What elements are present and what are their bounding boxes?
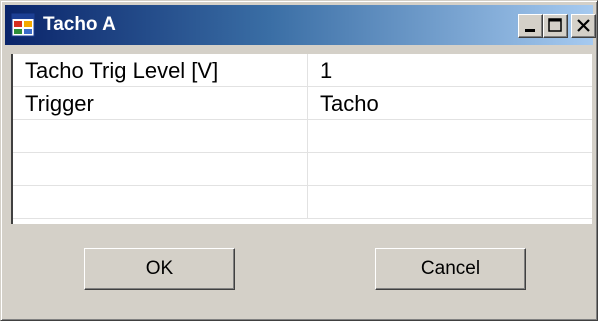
maximize-button[interactable] [543,14,568,38]
grid-row[interactable]: Tacho Trig Level [V] 1 [13,54,592,87]
property-grid: Tacho Trig Level [V] 1 Trigger Tacho [11,54,592,224]
close-button[interactable] [571,14,596,38]
minimize-icon [525,29,535,32]
property-name-cell[interactable] [13,186,308,219]
property-name-cell[interactable]: Tacho Trig Level [V] [13,54,308,87]
maximize-icon [548,18,562,32]
title-bar[interactable]: Tacho A [5,5,596,45]
property-name-cell[interactable]: Trigger [13,87,308,120]
grid-row[interactable] [13,120,592,153]
close-icon [577,19,590,32]
grid-row[interactable] [13,186,592,219]
property-value-cell[interactable]: Tacho [308,87,592,120]
property-name-cell[interactable] [13,120,308,153]
application-window-icon [11,13,35,37]
property-value-cell[interactable] [308,153,592,186]
minimize-button[interactable] [518,14,543,38]
ok-button[interactable]: OK [84,248,235,290]
grid-row[interactable] [13,153,592,186]
window-title: Tacho A [43,14,116,35]
property-value-cell[interactable] [308,186,592,219]
property-name-cell[interactable] [13,153,308,186]
dialog-window: Tacho A Tacho Trig Level [V] 1 Trigger T… [0,0,598,321]
cancel-button[interactable]: Cancel [375,248,526,290]
property-value-cell[interactable] [308,120,592,153]
grid-row[interactable]: Trigger Tacho [13,87,592,120]
property-value-cell[interactable]: 1 [308,54,592,87]
